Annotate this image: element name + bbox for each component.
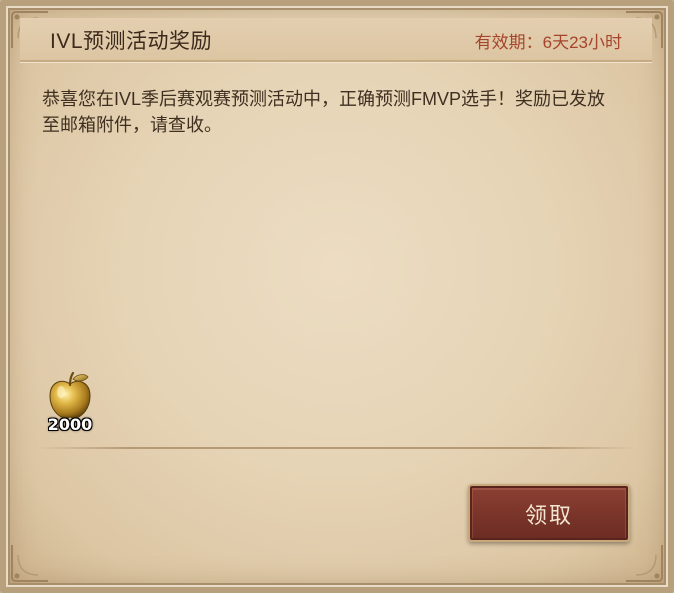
- mail-message: 恭喜您在IVL季后赛观赛预测活动中，正确预测FMVP选手！奖励已发放至邮箱附件，…: [42, 89, 606, 135]
- mail-title: IVL预测活动奖励: [50, 30, 213, 53]
- claim-button-label: 领取: [524, 503, 573, 528]
- corner-ornament: [620, 539, 666, 585]
- reward-item[interactable]: 2000: [42, 370, 98, 438]
- divider: [36, 447, 636, 449]
- validity-label: 有效期：6天23小时: [474, 33, 622, 52]
- reward-count: 2000: [47, 415, 93, 434]
- claim-button[interactable]: 领取: [468, 484, 630, 542]
- corner-ornament: [8, 539, 54, 585]
- mail-header: IVL预测活动奖励 有效期：6天23小时: [20, 18, 652, 62]
- mail-detail-panel: IVL预测活动奖励 有效期：6天23小时 恭喜您在IVL季后赛观赛预测活动中，正…: [0, 0, 674, 593]
